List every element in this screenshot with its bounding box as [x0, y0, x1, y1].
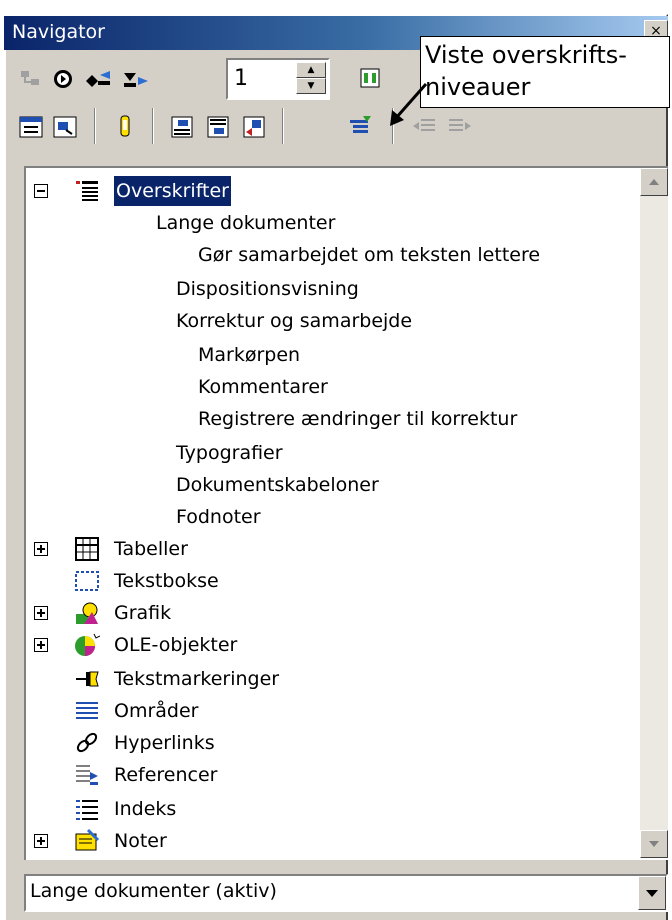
callout-arrow-icon [390, 83, 428, 126]
tree-item-heading[interactable]: Markørpen [198, 340, 300, 370]
content-view-icon[interactable] [50, 112, 80, 142]
tree-item-sections[interactable]: Områder [26, 696, 426, 726]
scroll-down-button[interactable] [640, 830, 668, 858]
spin-up-icon[interactable]: ▲ [296, 62, 326, 78]
navigator-tree[interactable]: Overskrifter Lange dokumenter Gør samarb… [24, 166, 668, 860]
index-icon [76, 800, 98, 820]
expand-icon[interactable] [34, 542, 48, 556]
tree-item-label[interactable]: Hyperlinks [114, 728, 215, 758]
header-icon[interactable] [168, 112, 198, 142]
heading-level-stepper[interactable]: 1 ▲ ▼ [226, 58, 330, 100]
tree-item-heading[interactable]: Lange dokumenter [156, 208, 335, 238]
callout-line-1: Viste overskrifts- [425, 41, 627, 69]
tree-item-label[interactable]: Overskrifter [114, 176, 231, 206]
tree-item-label[interactable]: Tabeller [114, 534, 188, 564]
table-icon [75, 537, 99, 561]
toolbar-separator [152, 108, 154, 144]
tree-item-label[interactable]: Referencer [114, 760, 218, 790]
expand-icon[interactable] [34, 638, 48, 652]
tree-item-bookmarks[interactable]: Tekstmarkeringer [26, 664, 426, 694]
tree-item-label[interactable]: Noter [114, 826, 167, 856]
window-title: Navigator [12, 21, 105, 43]
graphics-icon [76, 602, 98, 624]
callout-line-2: niveauer [425, 73, 531, 101]
tree-item-textboxes[interactable]: Tekstbokse [26, 566, 426, 596]
tree-item-references[interactable]: Referencer [26, 760, 426, 790]
tree-item-label[interactable]: OLE-objekter [114, 630, 237, 660]
chevron-down-icon [646, 890, 658, 897]
anchor-text-icon[interactable] [240, 112, 270, 142]
tree-item-heading[interactable]: Typografier [176, 438, 283, 468]
tree-item-heading[interactable]: Registrere ændringer til korrektur [198, 404, 517, 434]
arrow-up-icon [649, 179, 659, 185]
section-icon [76, 702, 98, 719]
toolbar-separator [282, 108, 284, 144]
tree-item-heading[interactable]: Korrektur og samarbejde [176, 306, 412, 336]
scroll-up-button[interactable] [640, 168, 668, 196]
expand-icon[interactable] [34, 834, 48, 848]
collapse-icon[interactable] [34, 184, 48, 198]
tree-item-label[interactable]: Områder [114, 696, 198, 726]
headings-icon [76, 181, 98, 201]
tree-item-tables[interactable]: Tabeller [26, 534, 426, 564]
expand-icon[interactable] [34, 606, 48, 620]
tree-item-label[interactable]: Tekstbokse [114, 566, 219, 596]
tree-item-headings[interactable]: Overskrifter [26, 176, 636, 206]
tree-item-heading[interactable]: Kommentarer [198, 372, 328, 402]
dropdown-button[interactable] [638, 876, 666, 910]
navigator-play-icon[interactable] [48, 64, 78, 94]
reference-icon [76, 765, 98, 785]
spin-down-icon[interactable]: ▼ [296, 78, 326, 94]
textbox-icon [75, 571, 99, 591]
toolbar-separator [94, 108, 96, 144]
note-icon [75, 828, 100, 851]
arrow-down-icon [649, 841, 659, 847]
tree-item-hyperlinks[interactable]: Hyperlinks [26, 728, 426, 758]
document-select-value[interactable]: Lange dokumenter (aktiv) [30, 880, 277, 902]
tree-item-heading[interactable]: Fodnoter [176, 502, 261, 532]
heading-level-value[interactable]: 1 [234, 66, 248, 91]
ole-object-icon [75, 633, 100, 656]
tree-item-heading[interactable]: Gør samarbejdet om teksten lettere [198, 240, 540, 270]
tree-item-label[interactable]: Tekstmarkeringer [114, 664, 279, 694]
heading-levels-icon[interactable] [346, 112, 376, 142]
reminder-icon[interactable] [110, 112, 140, 142]
document-select[interactable]: Lange dokumenter (aktiv) [24, 874, 668, 912]
tree-item-graphics[interactable]: Grafik [26, 598, 426, 628]
navigation-icon[interactable] [16, 64, 46, 94]
tree-item-label[interactable]: Indeks [114, 794, 176, 824]
vertical-scrollbar[interactable] [640, 168, 668, 858]
tree-item-heading[interactable]: Dokumentskabeloner [176, 470, 379, 500]
tree-item-notes[interactable]: Noter [26, 826, 426, 856]
next-icon[interactable] [122, 64, 152, 94]
hyperlink-icon [76, 732, 98, 753]
tree-item-indexes[interactable]: Indeks [26, 794, 426, 824]
tree-item-heading[interactable]: Dispositionsvisning [176, 274, 359, 304]
callout-box: Viste overskrifts- niveauer [420, 36, 670, 108]
promote-chapter-icon[interactable] [446, 112, 476, 142]
previous-icon[interactable] [84, 64, 114, 94]
bookmark-icon [76, 671, 99, 687]
tree-item-ole-objects[interactable]: OLE-objekter [26, 630, 426, 660]
tree-item-label[interactable]: Grafik [114, 598, 171, 628]
footer-icon[interactable] [204, 112, 234, 142]
list-box-icon[interactable] [16, 112, 46, 142]
